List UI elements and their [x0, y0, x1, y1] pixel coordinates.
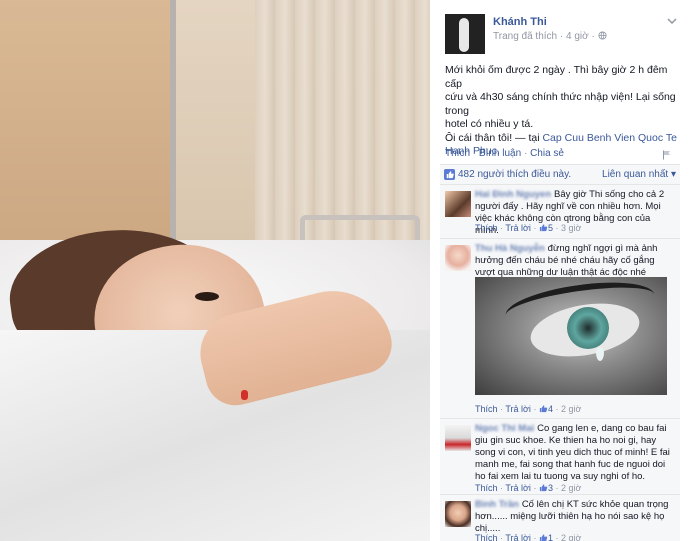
post-text-line: Mới khỏi ốm được 2 ngày . Thì bây giờ 2 … — [445, 64, 668, 90]
post-text: Mới khỏi ốm được 2 ngày . Thì bây giờ 2 … — [445, 64, 683, 159]
commenter-name[interactable]: Hai Đình Nguyen — [475, 189, 551, 200]
comment-footer: Thích · Trả lời · 4 · 2 giờ — [475, 404, 581, 414]
comment-item: Hai Đình Nguyen Bây giờ Thi sống cho cả 2… — [440, 184, 680, 238]
comment-timestamp[interactable]: 3 giờ — [561, 223, 581, 233]
post-meta-text: Trang đã thích · 4 giờ · — [493, 31, 598, 42]
thumbs-up-icon — [539, 534, 548, 541]
comment-footer: Thích · Trả lời · 5 · 3 giờ — [475, 223, 581, 233]
comment-item: Bình Trần Cố lên chị KT sức khỏe quan trọ… — [440, 494, 680, 541]
commenter-avatar[interactable] — [445, 501, 471, 527]
post-text-prefix: Ôi cái thân tôi! — tại — [445, 131, 543, 144]
thumbs-up-icon — [539, 224, 548, 232]
post-header: Khánh Thi Trang đã thích · 4 giờ · — [445, 14, 685, 54]
comment-footer: Thích · Trả lời · 3 · 2 giờ — [475, 483, 581, 493]
thumbs-up-icon — [539, 405, 548, 413]
comment-like-link[interactable]: Thích — [475, 223, 498, 233]
comment-link[interactable]: Bình luận — [479, 148, 521, 159]
comment-separator: · — [530, 223, 539, 233]
comment-like-link[interactable]: Thích — [475, 404, 498, 414]
post-actions: Thích · Bình luận · Chia sẻ — [445, 148, 685, 159]
comment-footer: Thích · Trả lời · 1 · 2 giờ — [475, 533, 581, 541]
action-separator: · — [470, 148, 479, 159]
comment-body: Bình Trần Cố lên chị KT sức khỏe quan trọ… — [475, 499, 675, 535]
photo-iv-pole — [170, 0, 176, 260]
comment-reply-link[interactable]: Trả lời — [505, 483, 531, 493]
post-text-line: hotel có nhiều y tá. — [445, 118, 534, 130]
commenter-avatar[interactable] — [445, 191, 471, 217]
thumbs-up-icon — [539, 484, 548, 492]
post-meta: Trang đã thích · 4 giờ · — [493, 31, 607, 42]
comment-item: Thu Hà Nguyễn đừng nghĩ ngợi gì mà ảnh hư… — [440, 238, 680, 418]
photo-nail — [241, 390, 248, 400]
comment-separator: · — [552, 223, 561, 233]
globe-icon — [598, 31, 607, 40]
comment-attached-photo[interactable] — [475, 277, 667, 395]
comment-reply-link[interactable]: Trả lời — [505, 223, 531, 233]
comment-timestamp[interactable]: 2 giờ — [561, 483, 581, 493]
flag-icon[interactable] — [662, 150, 672, 160]
comment-reply-link[interactable]: Trả lời — [505, 533, 531, 541]
action-separator: · — [521, 148, 531, 159]
comment-timestamp[interactable]: 2 giờ — [561, 533, 581, 541]
like-link[interactable]: Thích — [445, 148, 470, 159]
commenter-name[interactable]: Ngoc Thi Mai — [475, 423, 534, 434]
comment-separator: · — [552, 483, 561, 493]
post-photo[interactable] — [0, 0, 430, 541]
commenter-avatar[interactable] — [445, 425, 471, 451]
commenter-avatar[interactable] — [445, 245, 471, 271]
commenter-name[interactable]: Thu Hà Nguyễn — [475, 243, 545, 254]
comment-separator: · — [552, 533, 561, 541]
comment-like-link[interactable]: Thích — [475, 533, 498, 541]
chevron-down-icon[interactable] — [667, 16, 677, 27]
comment-reply-link[interactable]: Trả lời — [505, 404, 531, 414]
comment-body: Thu Hà Nguyễn đừng nghĩ ngợi gì mà ảnh hư… — [475, 243, 675, 279]
comment-timestamp[interactable]: 2 giờ — [561, 404, 581, 414]
comment-separator: · — [530, 404, 539, 414]
commenter-name[interactable]: Bình Trần — [475, 499, 519, 510]
thumbs-up-icon — [444, 169, 455, 180]
share-link[interactable]: Chia sẻ — [530, 148, 564, 159]
post-text-line: cứu và 4h30 sáng chính thức nhập viện! L… — [445, 91, 676, 117]
comment-like-link[interactable]: Thích — [475, 483, 498, 493]
photo-eye-left — [195, 292, 219, 301]
likes-summary: 482 người thích điều này. Liên quan nhất… — [440, 164, 680, 184]
comment-separator: · — [530, 533, 539, 541]
comment-separator: · — [530, 483, 539, 493]
author-name[interactable]: Khánh Thi — [493, 16, 547, 28]
comment-body: Ngoc Thi Mai Co gang len e, dang co bau f… — [475, 423, 675, 483]
comment-item: Ngoc Thi Mai Co gang len e, dang co bau f… — [440, 418, 680, 494]
comment-separator: · — [552, 404, 561, 414]
likes-count-link[interactable]: 482 người thích điều này. — [458, 169, 571, 180]
author-avatar[interactable] — [445, 14, 485, 54]
comment-sort-dropdown[interactable]: Liên quan nhất ▾ — [602, 169, 676, 180]
